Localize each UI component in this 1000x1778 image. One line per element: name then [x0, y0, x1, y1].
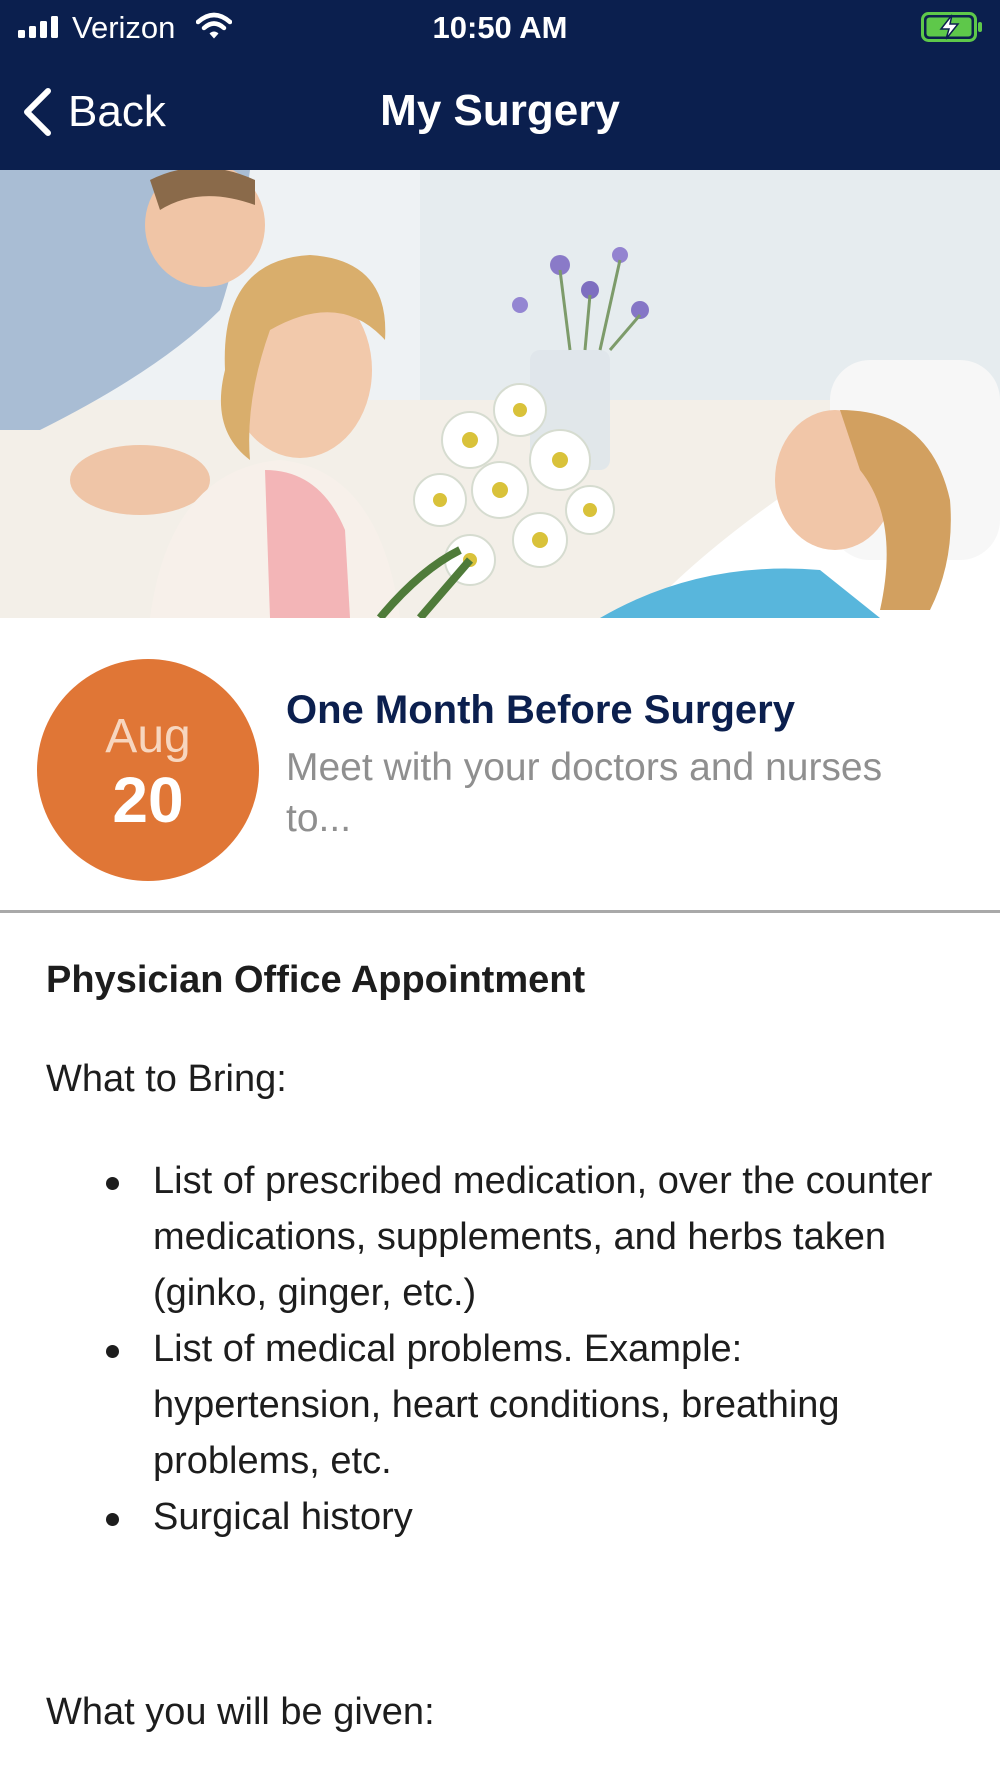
what-to-bring-label: What to Bring: [46, 1058, 287, 1100]
list-item-text: Surgical history [153, 1496, 413, 1538]
bring-list: List of prescribed medication, over the … [46, 1153, 946, 1545]
list-item: List of medical problems. Example: hyper… [46, 1321, 946, 1489]
status-time: 10:50 AM [432, 10, 568, 45]
battery-charging-icon [921, 12, 982, 42]
list-item-text: List of medical problems. Example: hyper… [153, 1328, 840, 1482]
event-summary: Meet with your doctors and nurses to... [286, 746, 883, 840]
status-bar: Verizon 10:50 AM [0, 0, 1000, 56]
top-bar: Verizon 10:50 AM Back My Surgery [0, 0, 1000, 170]
hero-photo [0, 170, 1000, 618]
page-title: My Surgery [380, 86, 620, 135]
divider [0, 910, 1000, 913]
list-item: List of prescribed medication, over the … [46, 1153, 946, 1321]
event-title: One Month Before Surgery [286, 688, 795, 732]
list-item: Surgical history [46, 1489, 946, 1545]
navigation-bar: Back My Surgery [0, 56, 1000, 170]
section-title: Physician Office Appointment [46, 959, 586, 1001]
timeline-event[interactable]: Aug 20 One Month Before Surgery Meet wit… [0, 618, 1000, 912]
bullet-icon [106, 1177, 119, 1190]
bullet-icon [106, 1513, 119, 1526]
date-badge: Aug 20 [37, 659, 259, 881]
date-month: Aug [105, 710, 191, 763]
hospital-visit-illustration [0, 170, 1000, 618]
date-day: 20 [112, 764, 184, 836]
what-you-will-be-given-label: What you will be given: [46, 1691, 435, 1733]
list-item-text: List of prescribed medication, over the … [153, 1160, 933, 1314]
bullet-icon [106, 1345, 119, 1358]
